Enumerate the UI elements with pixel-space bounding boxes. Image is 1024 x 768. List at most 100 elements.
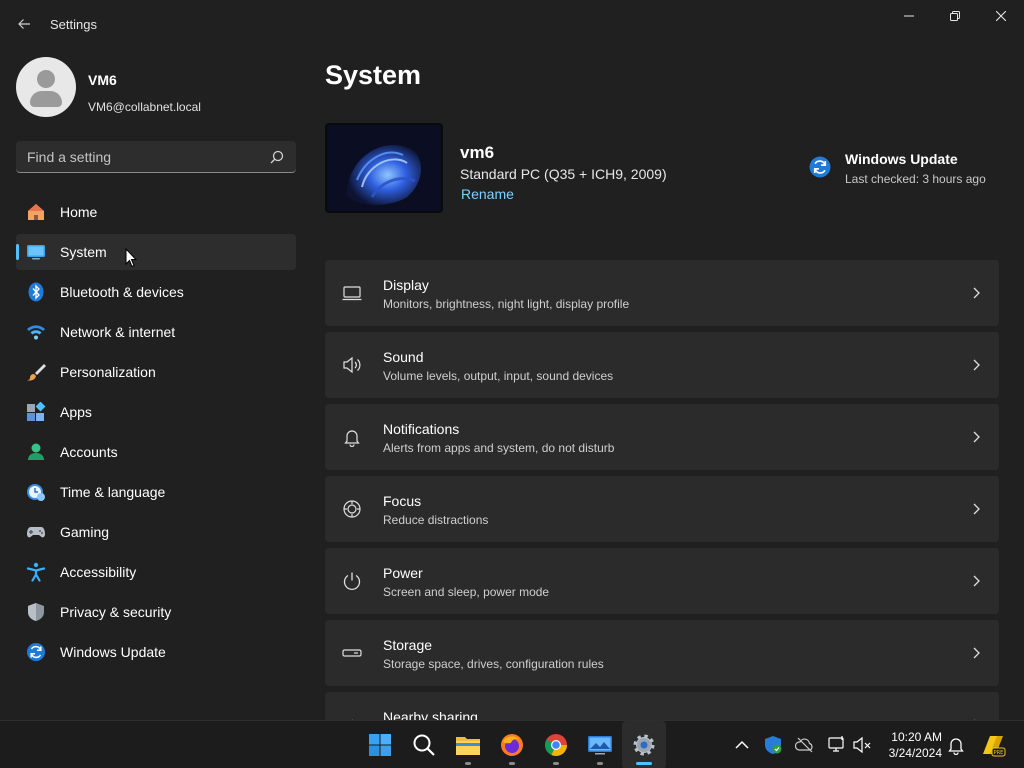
setting-title: Power [383, 565, 423, 581]
chevron-up-icon[interactable] [732, 735, 752, 755]
rename-link[interactable]: Rename [461, 186, 514, 202]
avatar [16, 57, 76, 117]
device-model: Standard PC (Q35 + ICH9, 2009) [460, 166, 667, 182]
sidebar-item-label: Network & internet [60, 324, 176, 340]
shield-icon [28, 603, 44, 621]
setting-storage[interactable]: Storage Storage space, drives, configura… [325, 620, 999, 686]
chevron-right-icon [973, 503, 980, 515]
sidebar-item-gaming[interactable]: Gaming [16, 514, 296, 550]
back-button[interactable] [10, 10, 38, 38]
home-icon [28, 204, 44, 220]
restore-button[interactable] [932, 0, 978, 32]
settings-window: Settings VM6 VM6@collabnet.local Find a … [0, 0, 1024, 720]
clock-globe-icon [27, 484, 45, 501]
sidebar-item-label: Gaming [60, 524, 110, 540]
minimize-icon [904, 15, 914, 17]
sidebar-item-apps[interactable]: Apps [16, 394, 296, 430]
sidebar-item-system[interactable]: System [16, 234, 296, 270]
network-icon[interactable] [827, 735, 847, 755]
close-button[interactable] [978, 0, 1024, 32]
system-icon [27, 245, 45, 260]
sidebar: VM6 VM6@collabnet.local Home System Blue… [0, 48, 310, 720]
restore-icon [950, 11, 960, 21]
windows-update-status: Last checked: 3 hours ago [845, 172, 986, 186]
svg-text:PRE: PRE [994, 750, 1004, 756]
accounts-icon [28, 443, 44, 460]
user-profile[interactable]: VM6 VM6@collabnet.local [16, 57, 296, 117]
sidebar-item-accessibility[interactable]: Accessibility [16, 554, 296, 590]
accessibility-icon [26, 562, 46, 582]
search-box[interactable] [16, 141, 296, 173]
chevron-right-icon [973, 431, 980, 443]
sidebar-item-label: Accounts [60, 444, 118, 460]
gamepad-icon [27, 527, 45, 538]
setting-title: Sound [383, 349, 424, 365]
setting-notifications[interactable]: Notifications Alerts from apps and syste… [325, 404, 999, 470]
chevron-right-icon [973, 575, 980, 587]
sidebar-item-time-language[interactable]: Time & language [16, 474, 296, 510]
back-arrow-icon [18, 19, 30, 29]
search-icon[interactable] [270, 150, 284, 164]
setting-focus[interactable]: Focus Reduce distractions [325, 476, 999, 542]
onedrive-offline-icon[interactable] [795, 735, 815, 755]
setting-title: Nearby sharing [383, 709, 478, 720]
system-tray: 10:20 AM 3/24/2024 PRE [0, 721, 1024, 768]
clock-date: 3/24/2024 [888, 746, 942, 760]
sidebar-item-label: Accessibility [60, 564, 137, 580]
setting-description: Monitors, brightness, night light, displ… [383, 297, 630, 311]
search-input[interactable] [16, 141, 266, 172]
minimize-button[interactable] [886, 0, 932, 32]
setting-sound[interactable]: Sound Volume levels, output, input, soun… [325, 332, 999, 398]
update-icon [27, 643, 45, 661]
page-title: System [325, 60, 422, 90]
wifi-icon [27, 325, 45, 340]
user-email: VM6@collabnet.local [88, 100, 201, 114]
setting-description: Alerts from apps and system, do not dist… [383, 441, 615, 455]
mouse-cursor-icon [125, 248, 137, 268]
window-controls [886, 0, 1024, 32]
security-shield-icon[interactable] [763, 735, 783, 755]
settings-list: Display Monitors, brightness, night ligh… [325, 260, 999, 720]
device-info-card: vm6 Standard PC (Q35 + ICH9, 2009) Renam… [325, 123, 999, 215]
setting-title: Display [383, 277, 429, 293]
sidebar-item-network[interactable]: Network & internet [16, 314, 296, 350]
user-name: VM6 [88, 72, 117, 88]
taskbar-clock[interactable]: 10:20 AM 3/24/2024 [872, 729, 942, 761]
chevron-right-icon [973, 287, 980, 299]
taskbar: 10:20 AM 3/24/2024 PRE [0, 720, 1024, 768]
sidebar-item-label: Personalization [60, 364, 156, 380]
chevron-right-icon [973, 647, 980, 659]
setting-power[interactable]: Power Screen and sleep, power mode [325, 548, 999, 614]
sidebar-item-personalization[interactable]: Personalization [16, 354, 296, 390]
copilot-preview-icon[interactable]: PRE [980, 732, 1006, 758]
volume-muted-icon[interactable] [852, 735, 872, 755]
sidebar-item-label: Apps [60, 404, 92, 420]
windows-update-widget[interactable]: Windows Update Last checked: 3 hours ago [809, 148, 999, 188]
update-icon [809, 156, 831, 178]
setting-description: Screen and sleep, power mode [383, 585, 550, 599]
monitor-icon [342, 286, 362, 301]
setting-title: Storage [383, 637, 433, 653]
device-name: vm6 [460, 143, 495, 162]
speaker-icon [343, 356, 361, 374]
close-icon [996, 11, 1006, 21]
chevron-right-icon [973, 359, 980, 371]
desktop-wallpaper-thumbnail[interactable] [325, 123, 443, 213]
setting-title: Focus [383, 493, 422, 509]
sidebar-item-label: Privacy & security [60, 604, 172, 620]
power-icon [343, 572, 361, 590]
sidebar-item-privacy-security[interactable]: Privacy & security [16, 594, 296, 630]
sidebar-item-bluetooth[interactable]: Bluetooth & devices [16, 274, 296, 310]
sidebar-item-windows-update[interactable]: Windows Update [16, 634, 296, 670]
setting-description: Storage space, drives, configuration rul… [383, 657, 604, 671]
sidebar-item-home[interactable]: Home [16, 194, 296, 230]
sidebar-item-label: Home [60, 204, 98, 220]
setting-title: Notifications [383, 421, 460, 437]
setting-nearby-sharing[interactable]: Nearby sharing [325, 692, 999, 720]
sidebar-item-accounts[interactable]: Accounts [16, 434, 296, 470]
setting-display[interactable]: Display Monitors, brightness, night ligh… [325, 260, 999, 326]
main-content: System vm6 Standard PC (Q35 + ICH9, 2009… [325, 48, 999, 720]
notification-bell-icon[interactable] [946, 735, 966, 755]
title-bar: Settings [0, 0, 1024, 48]
storage-icon [342, 649, 362, 657]
